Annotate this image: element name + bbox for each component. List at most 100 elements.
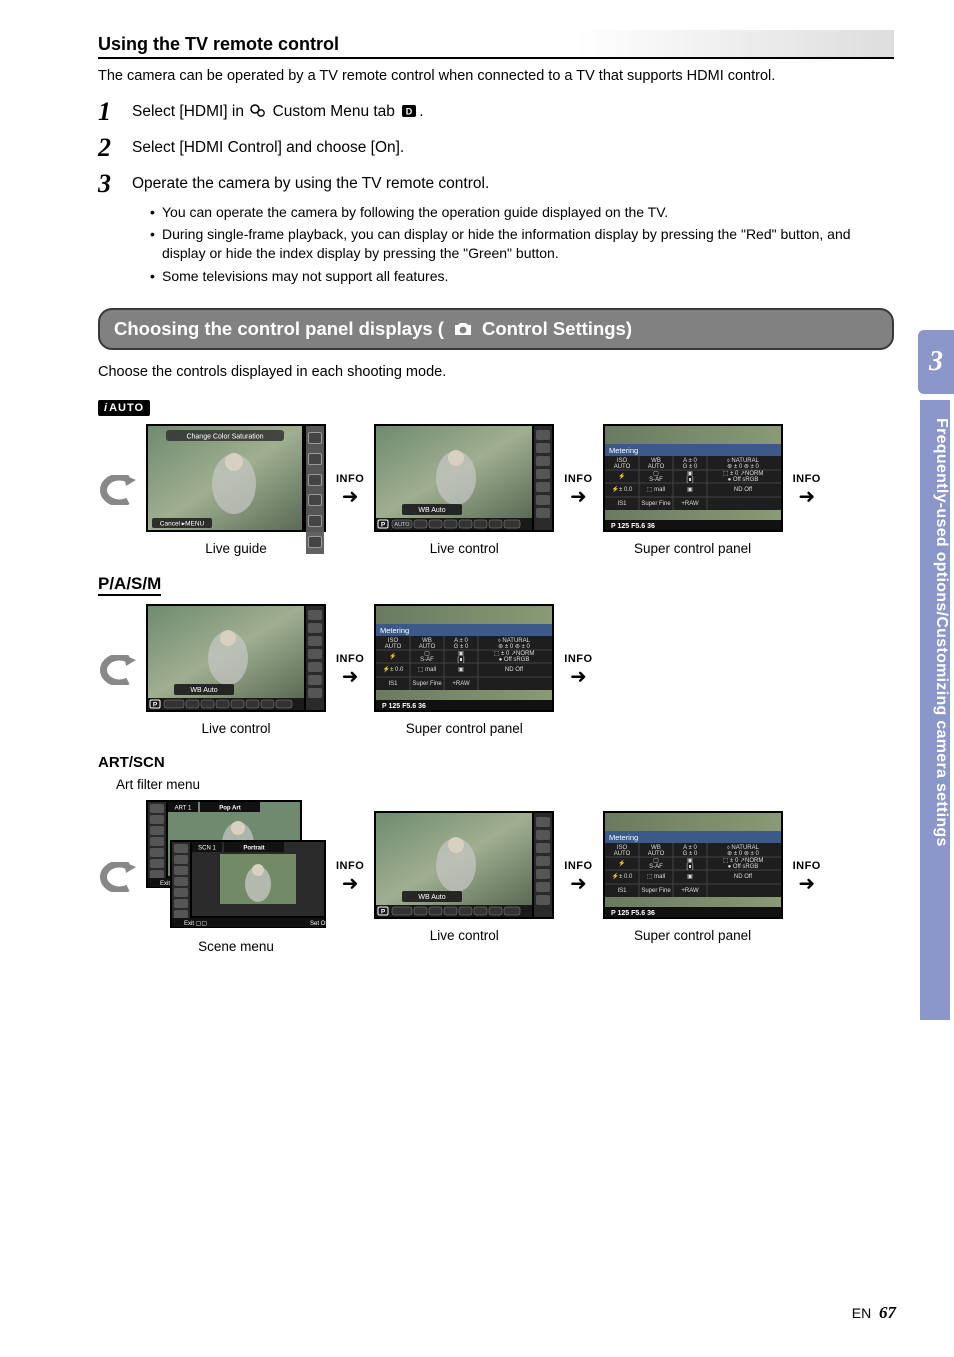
svg-text:Set OK: Set OK	[310, 921, 326, 927]
svg-text:ND Off: ND Off	[505, 667, 524, 673]
svg-text:⚡± 0.0: ⚡± 0.0	[383, 665, 404, 673]
info-label: INFO	[564, 860, 592, 872]
arrow-right-icon: ➜	[570, 487, 587, 507]
cycle-arrow-icon	[98, 475, 136, 505]
svg-text:⬚ mall: ⬚ mall	[646, 487, 664, 493]
scp-bottom: P 125 F5.6 36	[611, 523, 655, 530]
arrow-right-icon: ➜	[342, 874, 359, 894]
svg-text:▣: ▣	[458, 667, 464, 673]
svg-text:Metering: Metering	[380, 626, 409, 635]
svg-text:S-AF: S-AF	[420, 657, 434, 663]
svg-text:Exit ▢▢: Exit ▢▢	[184, 921, 207, 927]
bullet-item: Some televisions may not support all fea…	[150, 267, 894, 286]
svg-text:+RAW: +RAW	[681, 888, 699, 894]
svg-text:Portrait: Portrait	[243, 846, 264, 852]
bullet-item: You can operate the camera by following …	[150, 203, 894, 222]
svg-text:ND Off: ND Off	[733, 874, 752, 880]
svg-text:AUTO: AUTO	[613, 851, 630, 857]
iauto-badge: AUTO	[98, 400, 150, 416]
step-number: 1	[98, 99, 120, 125]
step1-pre: Select [HDMI] in	[132, 103, 248, 120]
arrow-right-icon: ➜	[342, 667, 359, 687]
svg-text:▣: ▣	[687, 487, 693, 493]
svg-text:IS1: IS1	[617, 501, 627, 507]
step-number: 2	[98, 135, 120, 161]
gears-icon	[250, 104, 266, 118]
svg-text:● Off sRGB: ● Off sRGB	[499, 657, 530, 663]
svg-text:⬚ mall: ⬚ mall	[418, 667, 436, 673]
svg-text:S-AF: S-AF	[649, 864, 663, 870]
artscn-label: ART/SCN	[98, 754, 894, 771]
lg-cancel: Cancel ▸MENU	[160, 521, 205, 528]
info-label: INFO	[793, 473, 821, 485]
pasm-row: WB Auto P Live control INFO ➜ Metering IS…	[98, 604, 894, 736]
svg-text:WB Auto: WB Auto	[419, 894, 446, 901]
live-control-panel: WB Auto P AUTO Live control	[374, 424, 554, 556]
caption-live-guide: Live guide	[146, 541, 326, 556]
info-label: INFO	[336, 653, 364, 665]
caption-scp: Super control panel	[374, 721, 554, 736]
svg-text:AUTO: AUTO	[613, 464, 630, 470]
svg-text:● Off sRGB: ● Off sRGB	[727, 864, 758, 870]
pasm-label: P/A/S/M	[98, 574, 161, 596]
arrow-right-icon: ➜	[798, 874, 815, 894]
arrow-right-icon: ➜	[798, 487, 815, 507]
svg-text:[∎]: [∎]	[458, 657, 465, 663]
svg-text:G ± 0: G ± 0	[682, 851, 697, 857]
svg-text:+RAW: +RAW	[453, 681, 471, 687]
step-text: Select [HDMI Control] and choose [On].	[132, 135, 404, 161]
cycle-arrow-icon	[98, 655, 136, 685]
scp-title: Metering	[609, 446, 638, 455]
lc-wb: WB Auto	[419, 507, 446, 514]
caption-live-control: Live control	[146, 721, 326, 736]
live-control-panel: WB Auto P Live control	[146, 604, 326, 736]
svg-text:⊛ ± 0 ⊚ ± 0: ⊛ ± 0 ⊚ ± 0	[727, 464, 759, 470]
svg-text:⚡: ⚡	[390, 652, 397, 660]
lc-strip: AUTO	[395, 522, 411, 528]
svg-text:S-AF: S-AF	[649, 477, 663, 483]
svg-text:P: P	[153, 702, 158, 709]
caption-live-control: Live control	[374, 541, 554, 556]
section-title: Using the TV remote control	[98, 30, 894, 59]
arrow-right-icon: ➜	[342, 487, 359, 507]
svg-text:Metering: Metering	[609, 833, 638, 842]
caption-live-control: Live control	[374, 928, 554, 943]
live-guide-icons	[306, 426, 324, 554]
svg-text:▣: ▣	[687, 874, 693, 880]
svg-text:IS1: IS1	[389, 681, 399, 687]
live-guide-panel: Change Color Saturation Cancel ▸MENU Liv…	[146, 424, 326, 556]
svg-text:⊛ ± 0 ⊚ ± 0: ⊛ ± 0 ⊚ ± 0	[498, 644, 530, 650]
band-post: Control Settings)	[482, 318, 632, 340]
svg-text:⚡± 0.0: ⚡± 0.0	[611, 485, 632, 493]
section-band: Choosing the control panel displays ( Co…	[98, 308, 894, 350]
svg-text:+RAW: +RAW	[681, 501, 699, 507]
bullet-item: During single-frame playback, you can di…	[150, 225, 894, 263]
step-text: Operate the camera by using the TV remot…	[132, 171, 489, 197]
lc-mode: P	[381, 522, 386, 529]
svg-text:Super Fine: Super Fine	[641, 888, 671, 894]
info-label: INFO	[564, 653, 592, 665]
svg-text:ART 1: ART 1	[175, 806, 192, 812]
svg-text:G ± 0: G ± 0	[454, 644, 469, 650]
live-control-panel: WB Auto P Live control	[374, 811, 554, 943]
svg-text:AUTO: AUTO	[385, 644, 402, 650]
info-label: INFO	[793, 860, 821, 872]
chapter-number: 3	[929, 346, 943, 378]
iauto-row: Change Color Saturation Cancel ▸MENU Liv…	[98, 424, 894, 556]
cycle-arrow-icon	[98, 862, 136, 892]
caption-scene-menu: Scene menu	[146, 939, 326, 954]
info-label: INFO	[564, 473, 592, 485]
svg-text:P 125 F5.6: P 125 F5.6 36	[382, 703, 426, 710]
page-number: EN 67	[852, 1303, 896, 1323]
art-scene-menus: ART 1 Pop Art Exit ▢▢ SCN 1 Portrait Exi…	[146, 800, 326, 954]
super-control-panel: Metering ISOAUTO WBAUTO A ± 0G ± 0 ⬨ NAT…	[603, 424, 783, 556]
artfilter-label: Art filter menu	[116, 777, 894, 792]
svg-text:⚡± 0.0: ⚡± 0.0	[611, 872, 632, 880]
svg-text:P: P	[381, 909, 386, 916]
svg-text:G ± 0: G ± 0	[682, 464, 697, 470]
step1-period: .	[419, 103, 423, 120]
svg-text:WB Auto: WB Auto	[190, 687, 217, 694]
svg-text:Pop Art: Pop Art	[219, 806, 240, 812]
intro-text: The camera can be operated by a TV remot…	[98, 67, 894, 87]
svg-text:P 125 F5.6: P 125 F5.6 36	[611, 910, 655, 917]
